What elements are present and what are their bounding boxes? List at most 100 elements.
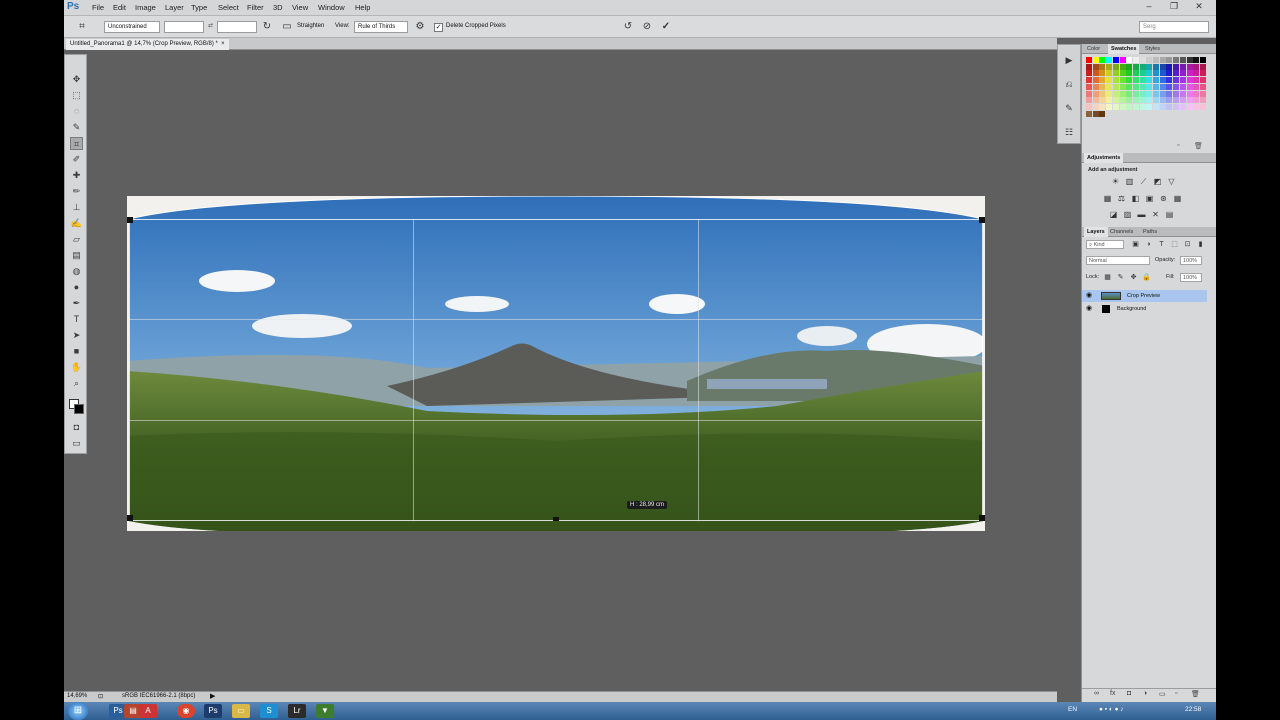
swatch[interactable]: [1119, 83, 1126, 90]
eraser-tool-icon[interactable]: ▱: [70, 233, 83, 246]
swatch[interactable]: [1173, 97, 1180, 104]
pixel-filter-icon[interactable]: ▣: [1130, 240, 1141, 250]
black-white-icon[interactable]: ◧: [1130, 194, 1141, 204]
swatch[interactable]: [1199, 97, 1206, 104]
swatch[interactable]: [1092, 77, 1099, 84]
lasso-tool-icon[interactable]: ◌: [70, 105, 83, 118]
brush-tool-icon[interactable]: ✏: [70, 185, 83, 198]
swatch[interactable]: [1139, 57, 1146, 63]
crop-handle-bottom-left[interactable]: [127, 515, 133, 521]
swatch[interactable]: [1140, 111, 1146, 117]
type-filter-icon[interactable]: T: [1156, 240, 1167, 250]
eye-icon[interactable]: ◉: [1086, 303, 1092, 315]
screen-mode-icon[interactable]: ▭: [70, 437, 83, 450]
view-overlay-select[interactable]: Rule of Thirds: [354, 21, 408, 33]
swatch[interactable]: [1179, 70, 1186, 77]
crop-tool-preset-icon[interactable]: ⌗: [76, 21, 88, 33]
swatch[interactable]: [1132, 90, 1139, 97]
swatch[interactable]: [1106, 70, 1113, 77]
swatch[interactable]: [1179, 97, 1186, 104]
quick-mask-icon[interactable]: ◘: [70, 421, 83, 434]
swatch[interactable]: [1159, 83, 1166, 90]
swatch[interactable]: [1193, 57, 1200, 63]
tab-styles[interactable]: Styles: [1142, 44, 1163, 54]
swatch[interactable]: [1193, 90, 1200, 97]
swatch[interactable]: [1092, 110, 1099, 117]
swatch[interactable]: [1112, 83, 1119, 90]
swatch[interactable]: [1099, 103, 1106, 110]
swatch[interactable]: [1106, 83, 1113, 90]
info-icon[interactable]: ⊡: [98, 693, 103, 700]
swatch[interactable]: [1159, 57, 1166, 63]
swatch[interactable]: [1119, 57, 1126, 63]
swatch[interactable]: [1153, 57, 1159, 63]
swatch[interactable]: [1132, 97, 1139, 104]
swatch[interactable]: [1159, 97, 1166, 104]
menu-image[interactable]: Image: [135, 3, 156, 12]
swatch[interactable]: [1099, 70, 1106, 77]
swatch[interactable]: [1179, 83, 1186, 90]
swatch[interactable]: [1173, 77, 1180, 84]
move-tool-icon[interactable]: ✥: [70, 73, 83, 86]
invert-icon[interactable]: ◪: [1108, 210, 1119, 220]
swatch[interactable]: [1139, 103, 1146, 110]
straighten-icon[interactable]: ▭: [281, 21, 293, 33]
menu-select[interactable]: Select: [218, 3, 239, 12]
brightness-contrast-icon[interactable]: ☀: [1110, 177, 1121, 187]
swatch[interactable]: [1133, 111, 1139, 117]
swatch[interactable]: [1180, 111, 1186, 117]
dodge-tool-icon[interactable]: ●: [70, 281, 83, 294]
swatch[interactable]: [1153, 97, 1159, 104]
swatch[interactable]: [1092, 83, 1099, 90]
utility-taskbar-icon[interactable]: ▼: [316, 704, 334, 718]
swatch[interactable]: [1153, 83, 1159, 90]
swatch[interactable]: [1146, 70, 1153, 77]
swatch[interactable]: [1086, 77, 1092, 84]
swatch[interactable]: [1086, 83, 1092, 90]
adjustment-filter-icon[interactable]: ◑: [1143, 240, 1154, 250]
channel-mixer-icon[interactable]: ⊛: [1158, 194, 1169, 204]
swatch[interactable]: [1166, 77, 1173, 84]
swatch[interactable]: [1112, 77, 1119, 84]
swatch[interactable]: [1086, 70, 1092, 77]
swatch[interactable]: [1173, 83, 1180, 90]
workspace-select[interactable]: Serg: [1139, 21, 1209, 33]
swatch[interactable]: [1186, 83, 1193, 90]
menu-edit[interactable]: Edit: [113, 3, 126, 12]
menu-type[interactable]: Type: [191, 3, 207, 12]
swatch[interactable]: [1086, 63, 1092, 70]
swatch[interactable]: [1139, 77, 1146, 84]
swatch[interactable]: [1166, 103, 1173, 110]
blur-tool-icon[interactable]: ◍: [70, 265, 83, 278]
swatch[interactable]: [1126, 83, 1133, 90]
swatch[interactable]: [1092, 97, 1099, 104]
menu-help[interactable]: Help: [355, 3, 370, 12]
crop-handle-bottom-right[interactable]: [979, 515, 985, 521]
tab-swatches[interactable]: Swatches: [1108, 44, 1140, 54]
tray-icons[interactable]: ● ▪ ◐ ● ♪: [1099, 706, 1124, 713]
gear-icon[interactable]: ⚙: [414, 21, 426, 33]
swatch[interactable]: [1193, 97, 1200, 104]
menu-filter[interactable]: Filter: [247, 3, 264, 12]
swatch[interactable]: [1099, 90, 1106, 97]
swatch[interactable]: [1132, 57, 1139, 63]
filter-toggle-icon[interactable]: ▮: [1195, 240, 1206, 250]
swatch[interactable]: [1166, 97, 1173, 104]
adjustment-layer-icon[interactable]: ◑: [1143, 690, 1147, 697]
swatch[interactable]: [1159, 77, 1166, 84]
swatch[interactable]: [1186, 77, 1193, 84]
swatch[interactable]: [1132, 103, 1139, 110]
swatch[interactable]: [1119, 103, 1126, 110]
swatch[interactable]: [1146, 97, 1153, 104]
lock-all-icon[interactable]: 🔒: [1141, 273, 1152, 283]
swatch[interactable]: [1146, 77, 1153, 84]
gradient-tool-icon[interactable]: ▤: [70, 249, 83, 262]
width-field[interactable]: [164, 21, 204, 33]
zoom-tool-icon[interactable]: ⌕: [70, 377, 83, 390]
menu-file[interactable]: File: [92, 3, 104, 12]
swatch[interactable]: [1146, 83, 1153, 90]
swatch[interactable]: [1199, 70, 1206, 77]
marquee-tool-icon[interactable]: ⬚: [70, 89, 83, 102]
swatch[interactable]: [1092, 63, 1099, 70]
swatch[interactable]: [1086, 90, 1092, 97]
